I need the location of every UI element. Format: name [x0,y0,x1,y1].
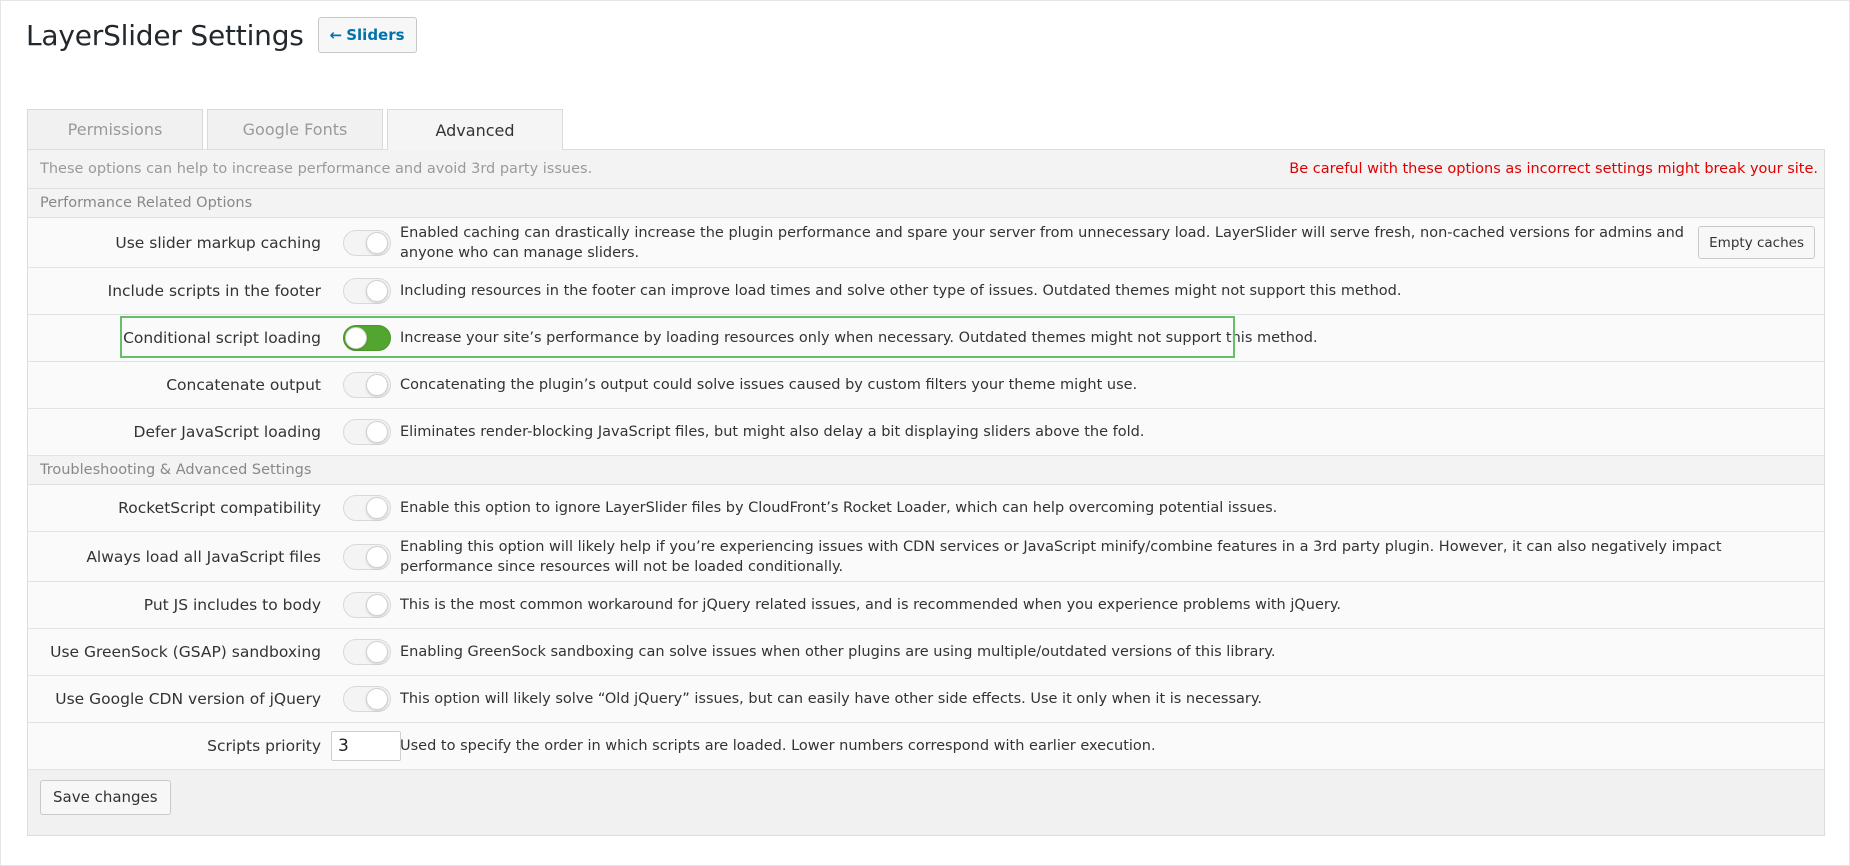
toggle-knob [366,374,388,396]
option-description: Including resources in the footer can im… [400,283,1402,299]
option-row-google-cdn-jquery: Use Google CDN version of jQuery This op… [28,676,1824,723]
option-label: Always load all JavaScript files [86,547,321,566]
toggle-knob [366,421,388,443]
option-row-js-includes-body: Put JS includes to body This is the most… [28,582,1824,629]
concatenate-output-toggle[interactable] [343,372,391,398]
tab-advanced[interactable]: Advanced [387,109,563,150]
page-header: LayerSlider Settings ← Sliders [26,17,417,53]
option-label: Use GreenSock (GSAP) sandboxing [50,643,321,661]
option-label: Concatenate output [166,376,321,394]
option-description: Eliminates render-blocking JavaScript fi… [400,424,1145,440]
scripts-priority-input[interactable] [331,731,401,761]
option-label: Use slider markup caching [115,233,321,252]
empty-caches-button[interactable]: Empty caches [1698,226,1815,259]
option-description: Used to specify the order in which scrip… [400,738,1156,754]
info-notice: These options can help to increase perfo… [40,161,593,177]
option-description: Enabling this option will likely help if… [400,538,1722,575]
toggle-knob [366,231,388,254]
option-label: Use Google CDN version of jQuery [55,690,321,708]
option-description: Increase your site’s performance by load… [400,330,1318,346]
option-row-rocketscript: RocketScript compatibility Enable this o… [28,485,1824,532]
scripts-footer-toggle[interactable] [343,278,391,304]
conditional-loading-toggle[interactable] [343,325,391,351]
page-title: LayerSlider Settings [26,18,304,52]
option-label: Include scripts in the footer [107,282,321,300]
option-row-scripts-footer: Include scripts in the footer Including … [28,268,1824,315]
option-row-load-all-js: Always load all JavaScript files Enablin… [28,532,1824,582]
arrow-left-icon: ← [329,26,343,44]
option-description: Concatenating the plugin’s output could … [400,377,1138,393]
toggle-knob [366,545,388,568]
notice-bar: These options can help to increase perfo… [28,150,1824,189]
toggle-knob [366,688,388,710]
performance-options: Use slider markup caching Enabled cachin… [28,218,1824,456]
option-label: Defer JavaScript loading [133,423,321,441]
option-row-concatenate-output: Concatenate output Concatenating the plu… [28,362,1824,409]
settings-page: LayerSlider Settings ← Sliders Permissio… [0,0,1850,866]
back-to-sliders-button[interactable]: ← Sliders [317,17,417,53]
save-changes-button[interactable]: Save changes [40,779,171,815]
footer-bar: Save changes [28,770,1824,824]
option-label: Scripts priority [207,737,321,755]
toggle-knob [366,594,388,616]
gsap-sandboxing-toggle[interactable] [343,639,391,665]
option-row-gsap-sandboxing: Use GreenSock (GSAP) sandboxing Enabling… [28,629,1824,676]
back-button-label: Sliders [346,26,405,44]
google-cdn-jquery-toggle[interactable] [343,686,391,712]
warning-notice: Be careful with these options as incorre… [1289,161,1818,177]
tab-google-fonts[interactable]: Google Fonts [207,109,383,149]
option-description: This option will likely solve “Old jQuer… [400,691,1263,707]
toggle-knob [366,280,388,302]
markup-caching-toggle[interactable] [343,229,391,256]
option-row-scripts-priority: Scripts priority Used to specify the ord… [28,723,1824,770]
section-header-performance: Performance Related Options [28,189,1824,218]
js-includes-body-toggle[interactable] [343,592,391,618]
load-all-js-toggle[interactable] [343,543,391,570]
option-label: Put JS includes to body [143,596,321,614]
tab-permissions[interactable]: Permissions [27,109,203,149]
option-description: This is the most common workaround for j… [400,597,1341,613]
toggle-knob [345,327,367,349]
option-row-defer-js: Defer JavaScript loading Eliminates rend… [28,409,1824,456]
option-description: Enable this option to ignore LayerSlider… [400,500,1278,516]
troubleshooting-options: RocketScript compatibility Enable this o… [28,485,1824,770]
toggle-knob [366,641,388,663]
option-row-markup-caching: Use slider markup caching Enabled cachin… [28,218,1824,268]
option-label: RocketScript compatibility [118,499,321,517]
section-header-troubleshooting: Troubleshooting & Advanced Settings [28,456,1824,485]
option-label: Conditional script loading [123,329,321,347]
rocketscript-toggle[interactable] [343,495,391,521]
option-description: Enabled caching can drastically increase… [400,224,1684,261]
advanced-settings-panel: These options can help to increase perfo… [27,149,1825,836]
defer-js-toggle[interactable] [343,419,391,445]
option-row-conditional-loading: Conditional script loading Increase your… [28,315,1824,362]
toggle-knob [366,497,388,519]
option-description: Enabling GreenSock sandboxing can solve … [400,644,1276,660]
settings-tabs: Permissions Google Fonts Advanced [27,109,567,150]
